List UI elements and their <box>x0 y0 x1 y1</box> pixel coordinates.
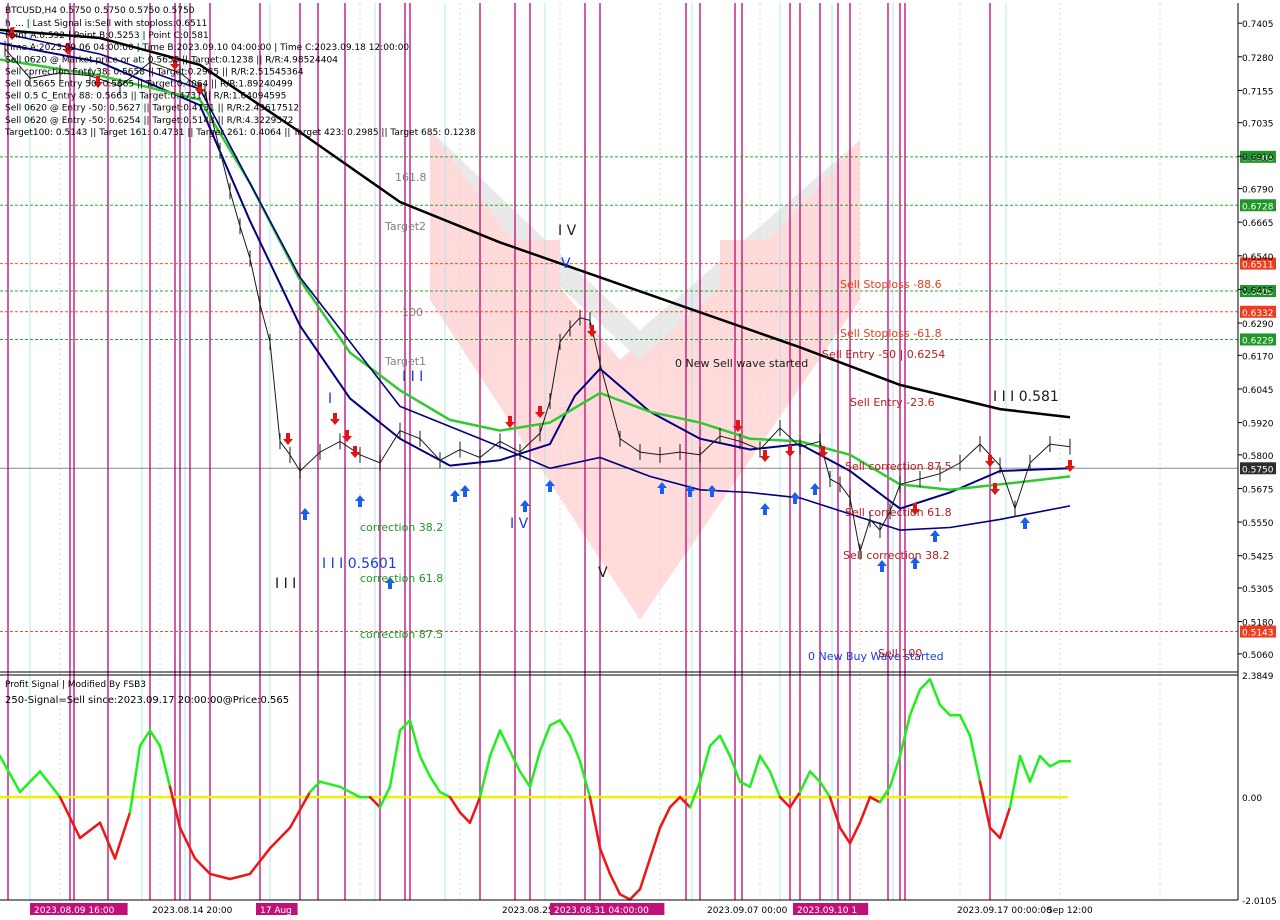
time-axis-label: 2023.09.17 00:00:00 <box>957 906 1052 916</box>
price-axis-label: 0.5675 <box>1242 485 1274 495</box>
chart-annotation: Sell correction 61.8 <box>845 506 952 519</box>
price-axis-label: 0.5305 <box>1242 585 1274 595</box>
price-axis-label: 0.6415 <box>1242 286 1274 296</box>
time-axis-label: 2023.09.07 00:00 <box>707 906 788 916</box>
price-axis-label: 0.6290 <box>1242 320 1274 330</box>
signal-info-line: h_... | Last Signal is:Sell with stoplos… <box>5 19 207 29</box>
signal-info-line: Sell 0.5 C_Entry 88: 0.5663 || Target:0.… <box>5 92 286 102</box>
price-axis-label: 0.5180 <box>1242 619 1274 629</box>
price-axis-label: 0.5060 <box>1242 651 1274 661</box>
symbol-line: BTCUSD,H4 0.5750 0.5750 0.5750 0.5750 <box>5 6 195 16</box>
price-axis-label: 0.5550 <box>1242 519 1274 529</box>
level-label: 0.6332 <box>1242 309 1274 319</box>
level-label: 0.5750 <box>1242 465 1274 475</box>
time-axis-label: Sep 12:00 <box>1047 906 1093 916</box>
price-axis-label: 0.6045 <box>1242 386 1274 396</box>
signal-info-line: Point A:0.592 | Point B:0.5253 | Point C… <box>5 31 209 41</box>
chart-annotation: Target2 <box>384 220 426 233</box>
chart-annotation: V <box>598 565 608 581</box>
level-label: 0.5143 <box>1242 629 1274 639</box>
chart-annotation: Sell Entry -23.6 <box>850 396 935 409</box>
chart-annotation: I I I 0.581 <box>993 389 1059 405</box>
chart-annotation: correction 38.2 <box>360 521 443 534</box>
price-axis-label: 0.7155 <box>1242 87 1274 97</box>
signal-info-line: Sell 0620 @ Entry -50: 0.6254 || Target:… <box>5 116 294 126</box>
chart-annotation: Target1 <box>384 355 426 368</box>
chart-annotation: Sell Stoploss -88.6 <box>840 278 942 291</box>
price-axis-label: 0.5920 <box>1242 420 1274 430</box>
chart-annotation: Sell correction 87.5 <box>845 460 952 473</box>
level-label: 0.6728 <box>1242 202 1274 212</box>
signal-info-line: Sell 0.5665 Entry 50: 0.5665 || Target:0… <box>5 80 293 90</box>
price-axis-label: 0.7280 <box>1242 54 1274 64</box>
signal-info-line: Time A:2023.09.06 04:00:00 | Time B:2023… <box>4 43 409 53</box>
chart-annotation: I I I <box>402 369 423 385</box>
chart-annotation: I V <box>558 223 577 239</box>
price-axis-label: 0.6540 <box>1242 253 1274 263</box>
chart-annotation: correction 61.8 <box>360 572 443 585</box>
chart-annotation: 0 New Buy Wave started <box>808 650 944 663</box>
time-axis-label: 2023.08.25 <box>502 906 554 916</box>
chart-annotation: Sell 100 <box>878 647 922 660</box>
time-axis-label: 2023.09.10 1 <box>797 906 857 916</box>
price-axis-label: 0.5425 <box>1242 553 1274 563</box>
chart-annotation: I I I <box>275 576 296 592</box>
chart-annotation: correction 87.5 <box>360 628 443 641</box>
trading-chart[interactable]: 0.69080.67280.65110.64090.63320.62290.57… <box>0 0 1280 920</box>
chart-annotation: I V <box>510 516 529 532</box>
oscillator-axis-label: -2.0105 <box>1242 897 1277 907</box>
oscillator-axis-label: 2.3849 <box>1242 672 1274 682</box>
signal-info-line: Sell 0620 @ Market price or at: 0.5658 |… <box>5 55 338 65</box>
chart-annotation: 0 New Sell wave started <box>675 357 808 370</box>
signal-info-line: Target100: 0.5143 || Target 161: 0.4731 … <box>4 128 476 138</box>
indicator-signal-line: 250-Signal=Sell since:2023.09.17 20:00:0… <box>5 695 289 706</box>
time-axis-label: 2023.08.09 16:00 <box>34 906 115 916</box>
price-axis-label: 0.7405 <box>1242 20 1274 30</box>
time-axis-label: 2023.08.14 20:00 <box>152 906 233 916</box>
signal-info-line: Sell 0620 @ Entry -50: 0.5627 || Target:… <box>5 104 299 114</box>
time-axis-label: 17 Aug <box>260 906 292 916</box>
price-axis-label: 0.6170 <box>1242 352 1274 362</box>
chart-annotation: 161.8 <box>395 171 427 184</box>
chart-annotation: Sell Stoploss -61.8 <box>840 327 942 340</box>
price-axis-label: 0.6910 <box>1242 153 1274 163</box>
price-axis-label: 0.5800 <box>1242 452 1274 462</box>
chart-annotation: 100 <box>402 306 423 319</box>
chart-annotation: Sell correction 38.2 <box>843 549 950 562</box>
price-axis-label: 0.7035 <box>1242 120 1274 130</box>
indicator-title: Profit Signal | Modified By FSB3 <box>5 680 146 690</box>
chart-annotation: Sell Entry -50 | 0.6254 <box>822 348 945 361</box>
oscillator-axis-label: 0.00 <box>1242 794 1262 804</box>
chart-annotation: I I I 0.5601 <box>322 556 397 572</box>
chart-annotation: I <box>328 391 332 407</box>
signal-info-line: Sell correction Entry38: 0.5658 || Targe… <box>5 67 304 77</box>
level-label: 0.6229 <box>1242 336 1274 346</box>
price-axis-label: 0.6790 <box>1242 186 1274 196</box>
price-axis-label: 0.6665 <box>1242 219 1274 229</box>
chart-annotation: V <box>561 256 571 272</box>
time-axis-label: 2023.08.31 04:00:00 <box>554 906 649 916</box>
